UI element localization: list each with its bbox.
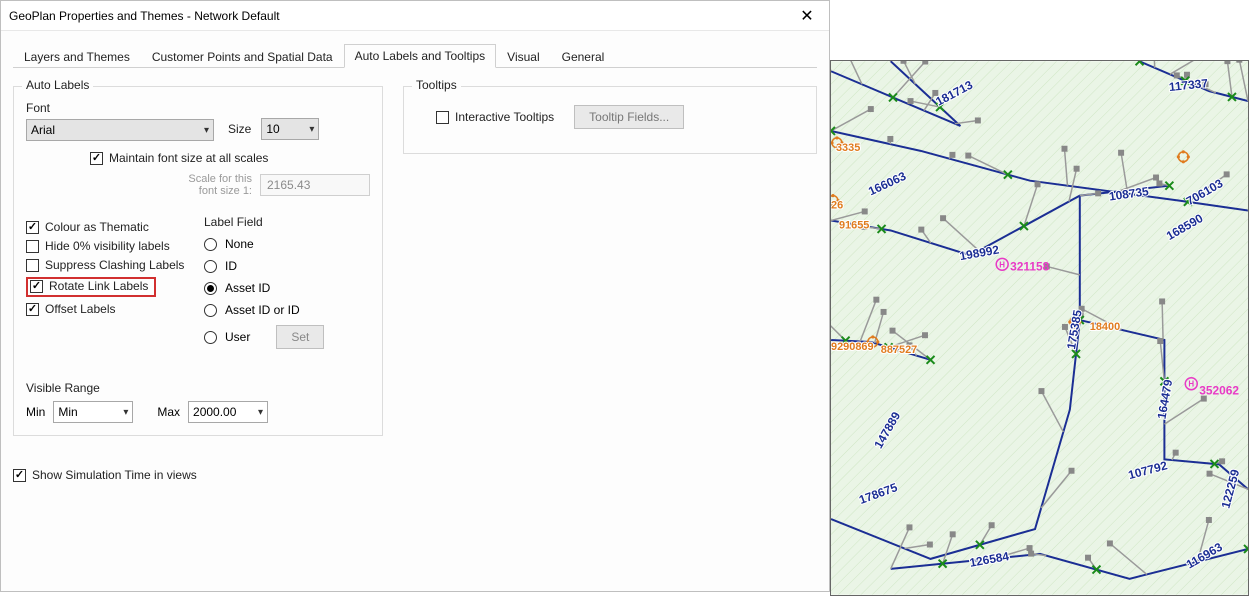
title-bar: GeoPlan Properties and Themes - Network …	[1, 1, 829, 31]
radio-asset-id[interactable]	[204, 282, 217, 295]
radio-id-label: ID	[225, 259, 237, 273]
radio-user-label: User	[225, 330, 250, 344]
size-value: 10	[266, 122, 279, 136]
map-orange-label: 3335	[836, 142, 860, 154]
size-label: Size	[228, 122, 251, 136]
maintain-font-label: Maintain font size at all scales	[109, 151, 268, 165]
chevron-down-icon: ▾	[309, 124, 314, 135]
dialog-body: Layers and Themes Customer Points and Sp…	[1, 31, 829, 591]
label-options-column: Colour as Thematic Hide 0% visibility la…	[26, 215, 186, 357]
radio-id[interactable]	[204, 260, 217, 273]
chevron-down-icon: ▾	[204, 125, 209, 136]
map-orange-label: 26	[831, 200, 843, 212]
font-dropdown[interactable]: Arial ▾	[26, 119, 214, 141]
map-view[interactable]: HH 1173371817131087357061031685901660631…	[830, 60, 1249, 596]
radio-user[interactable]	[204, 331, 217, 344]
label-field-column: Label Field None ID Asset ID	[204, 215, 370, 357]
label-field-legend: Label Field	[204, 215, 370, 229]
svg-text:H: H	[1188, 380, 1194, 389]
min-combo[interactable]: Min ▾	[53, 401, 133, 423]
group-auto-labels: Auto Labels Font Arial ▾ Size 10 ▾	[13, 86, 383, 436]
group-tooltips: Tooltips Interactive Tooltips Tooltip Fi…	[403, 86, 817, 154]
group-legend-autolabels: Auto Labels	[22, 78, 93, 92]
tab-visual[interactable]: Visual	[496, 45, 550, 68]
map-pink-label: 352062	[1199, 384, 1239, 398]
interactive-tooltips-label: Interactive Tooltips	[455, 110, 554, 124]
min-value: Min	[58, 405, 77, 419]
size-dropdown[interactable]: 10 ▾	[261, 118, 319, 140]
tab-layers-themes[interactable]: Layers and Themes	[13, 45, 141, 68]
check-suppress-clashing[interactable]	[26, 259, 39, 272]
radio-none[interactable]	[204, 238, 217, 251]
font-label: Font	[26, 101, 214, 115]
colour-thematic-label: Colour as Thematic	[45, 220, 149, 234]
check-offset-labels[interactable]	[26, 303, 39, 316]
check-interactive-tooltips[interactable]	[436, 111, 449, 124]
max-combo[interactable]: 2000.00 ▾	[188, 401, 268, 423]
max-label: Max	[157, 405, 180, 419]
rotate-link-labels-label: Rotate Link Labels	[49, 279, 148, 293]
offset-labels-label: Offset Labels	[45, 302, 116, 316]
map-orange-label: 18400	[1090, 321, 1120, 333]
close-icon: ✕	[800, 6, 813, 26]
show-simulation-time-label: Show Simulation Time in views	[32, 468, 197, 482]
max-value: 2000.00	[193, 405, 236, 419]
suppress-clashing-label: Suppress Clashing Labels	[45, 258, 184, 272]
tab-bar: Layers and Themes Customer Points and Sp…	[13, 43, 817, 68]
check-hide-zero[interactable]	[26, 240, 39, 253]
chevron-down-icon: ▾	[258, 407, 263, 418]
tab-general[interactable]: General	[551, 45, 616, 68]
radio-asset-or-id-label: Asset ID or ID	[225, 303, 300, 317]
check-rotate-link-labels[interactable]	[30, 280, 43, 293]
map-orange-label: 887527	[881, 344, 918, 356]
map-orange-label: 91655	[839, 219, 869, 231]
scale-label: Scale for this font size 1:	[188, 173, 252, 197]
highlight-rotate-link: Rotate Link Labels	[26, 277, 156, 297]
scale-input	[260, 174, 370, 196]
min-label: Min	[26, 405, 45, 419]
group-legend-tooltips: Tooltips	[412, 78, 461, 92]
font-value: Arial	[31, 123, 55, 137]
set-button[interactable]: Set	[276, 325, 324, 349]
check-colour-thematic[interactable]	[26, 221, 39, 234]
radio-none-label: None	[225, 237, 254, 251]
chevron-down-icon: ▾	[123, 407, 128, 418]
hide-zero-label: Hide 0% visibility labels	[45, 239, 170, 253]
map-pink-label: 321158	[1010, 259, 1050, 273]
window-title: GeoPlan Properties and Themes - Network …	[9, 9, 280, 23]
map-orange-label: 9290869	[831, 341, 874, 353]
visible-range-legend: Visible Range	[26, 381, 370, 395]
radio-asset-id-label: Asset ID	[225, 281, 270, 295]
tab-auto-labels-tooltips[interactable]: Auto Labels and Tooltips	[344, 44, 497, 68]
tab-customer-points[interactable]: Customer Points and Spatial Data	[141, 45, 344, 68]
check-maintain-font[interactable]	[90, 152, 103, 165]
svg-text:H: H	[999, 260, 1005, 269]
radio-asset-or-id[interactable]	[204, 304, 217, 317]
dialog-window: GeoPlan Properties and Themes - Network …	[0, 0, 830, 592]
tooltip-fields-button[interactable]: Tooltip Fields...	[574, 105, 684, 129]
check-show-simulation-time[interactable]	[13, 469, 26, 482]
close-button[interactable]: ✕	[785, 1, 829, 31]
